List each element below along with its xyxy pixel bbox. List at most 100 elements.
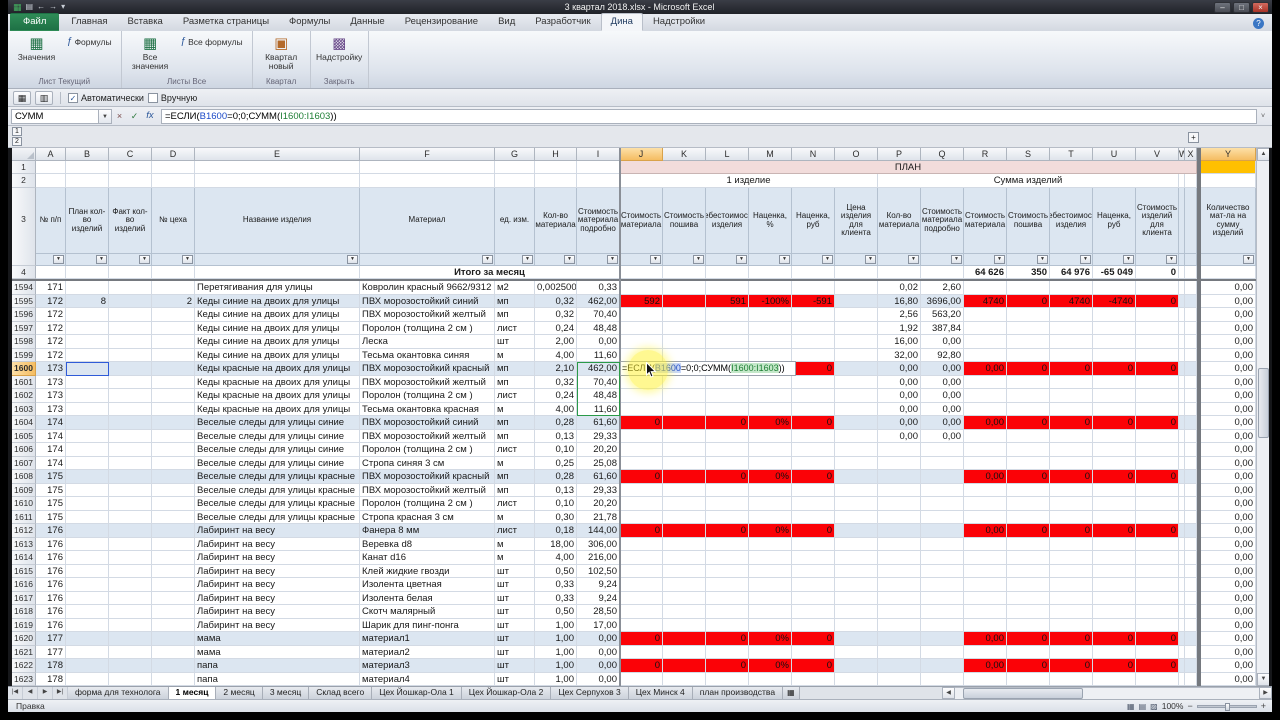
column-header-G[interactable]: G <box>495 148 535 161</box>
cell-U1610[interactable] <box>1093 497 1136 511</box>
cell-P1619[interactable] <box>878 618 921 632</box>
cell-E1609[interactable]: Веселые следы для улицы красные <box>195 483 360 497</box>
cell-H1607[interactable]: 0,25 <box>535 456 577 470</box>
cell-K1608[interactable] <box>663 470 706 484</box>
cell-I1616[interactable]: 9,24 <box>577 578 620 592</box>
sheet-tab-8[interactable]: Цех Серпухов 3 <box>551 687 629 699</box>
field-header-I[interactable]: Стоимость материала подробно <box>577 188 620 254</box>
cell-T1606[interactable] <box>1050 443 1093 457</box>
cell-L1618[interactable] <box>706 605 749 619</box>
cell-C1594[interactable] <box>109 281 152 295</box>
cell-L1606[interactable] <box>706 443 749 457</box>
row-header-1596[interactable]: 1596 <box>12 308 36 322</box>
cell-E1618[interactable]: Лабиринт на весу <box>195 605 360 619</box>
zoom-slider-thumb[interactable] <box>1224 702 1230 711</box>
cell-B1619[interactable] <box>66 618 109 632</box>
cell-D1622[interactable] <box>152 659 195 673</box>
cell-U1607[interactable] <box>1093 456 1136 470</box>
cell-T1596[interactable] <box>1050 308 1093 322</box>
cell-A1616[interactable]: 176 <box>36 578 66 592</box>
cell-U1613[interactable] <box>1093 537 1136 551</box>
cell-U4[interactable]: -65 049 <box>1093 266 1136 279</box>
cell-N1619[interactable] <box>792 618 835 632</box>
cell-M1604[interactable]: 0% <box>749 416 792 430</box>
cell-U1602[interactable] <box>1093 389 1136 403</box>
cell-E1604[interactable]: Веселые следы для улицы синие <box>195 416 360 430</box>
cell-H1601[interactable]: 0,32 <box>535 375 577 389</box>
cell-H1621[interactable]: 1,00 <box>535 645 577 659</box>
cell-E1606[interactable]: Веселые следы для улицы синие <box>195 443 360 457</box>
cell-C1621[interactable] <box>109 645 152 659</box>
cell-B1606[interactable] <box>66 443 109 457</box>
cell-S1599[interactable] <box>1007 348 1050 362</box>
cell-X1604[interactable] <box>1185 416 1197 430</box>
cell-D1623[interactable] <box>152 672 195 686</box>
cell-I1605[interactable]: 29,33 <box>577 429 620 443</box>
cell-J1599[interactable] <box>620 348 663 362</box>
cell-B1[interactable] <box>66 161 109 174</box>
sheet-tab-9[interactable]: Цех Минск 4 <box>628 687 693 699</box>
cell-U1615[interactable] <box>1093 564 1136 578</box>
cell-B1596[interactable] <box>66 308 109 322</box>
row-header-1617[interactable]: 1617 <box>12 591 36 605</box>
cell-A1595[interactable]: 172 <box>36 294 66 308</box>
cell-N4[interactable] <box>792 266 835 279</box>
cell-B1608[interactable] <box>66 470 109 484</box>
cell-M1597[interactable] <box>749 321 792 335</box>
column-header-I[interactable]: I <box>577 148 620 161</box>
cell-O1597[interactable] <box>835 321 878 335</box>
cell-D1616[interactable] <box>152 578 195 592</box>
cell-G1611[interactable]: м <box>495 510 535 524</box>
cell-S1621[interactable] <box>1007 645 1050 659</box>
cell-G1620[interactable]: шт <box>495 632 535 646</box>
cell-P1605[interactable]: 0,00 <box>878 429 921 443</box>
cell-C1603[interactable] <box>109 402 152 416</box>
toolbar-button-1[interactable]: ▦ <box>13 90 31 105</box>
cell-K1601[interactable] <box>663 375 706 389</box>
row-header-1614[interactable]: 1614 <box>12 551 36 565</box>
cell-P1622[interactable] <box>878 659 921 673</box>
row-header-1608[interactable]: 1608 <box>12 470 36 484</box>
cell-K1609[interactable] <box>663 483 706 497</box>
cell-A1620[interactable]: 177 <box>36 632 66 646</box>
column-header-X[interactable]: X <box>1185 148 1197 161</box>
cell-T1612[interactable]: 0 <box>1050 524 1093 538</box>
vertical-scrollbar[interactable]: ▲ ▼ <box>1256 148 1269 686</box>
cell-Q1596[interactable]: 563,20 <box>921 308 964 322</box>
filter-button-L[interactable]: ▼ <box>736 255 747 264</box>
cell-E1600[interactable]: Кеды красные на двоих для улицы <box>195 362 360 376</box>
cell-C1620[interactable] <box>109 632 152 646</box>
cell-X1612[interactable] <box>1185 524 1197 538</box>
cell-M1623[interactable] <box>749 672 792 686</box>
cell-I1594[interactable]: 0,33 <box>577 281 620 295</box>
cell-H1617[interactable]: 0,33 <box>535 591 577 605</box>
row-header-1622[interactable]: 1622 <box>12 659 36 673</box>
cell-L4[interactable] <box>706 266 749 279</box>
cell-H1600[interactable]: 2,10 <box>535 362 577 376</box>
cell-O1621[interactable] <box>835 645 878 659</box>
filter-button-V[interactable]: ▼ <box>1166 255 1177 264</box>
cell-P4[interactable] <box>878 266 921 279</box>
cell-I1619[interactable]: 17,00 <box>577 618 620 632</box>
cell-R1620[interactable]: 0,00 <box>964 632 1007 646</box>
cell-A1607[interactable]: 174 <box>36 456 66 470</box>
cell-N1604[interactable]: 0 <box>792 416 835 430</box>
cell-C1597[interactable] <box>109 321 152 335</box>
select-all-corner[interactable] <box>12 148 36 161</box>
cell-J1604[interactable]: 0 <box>620 416 663 430</box>
cell-X1606[interactable] <box>1185 443 1197 457</box>
cell-H1612[interactable]: 0,18 <box>535 524 577 538</box>
cell-V1618[interactable] <box>1136 605 1179 619</box>
cell-M1611[interactable] <box>749 510 792 524</box>
field-header-C[interactable]: Факт кол-во изделий <box>109 188 152 254</box>
cell-P1608[interactable] <box>878 470 921 484</box>
cell-I1606[interactable]: 20,20 <box>577 443 620 457</box>
cell-S1600[interactable]: 0 <box>1007 362 1050 376</box>
cell-B1598[interactable] <box>66 335 109 349</box>
cell-Y1619[interactable]: 0,00 <box>1201 618 1256 632</box>
cell-G1600[interactable]: мп <box>495 362 535 376</box>
cell-X1615[interactable] <box>1185 564 1197 578</box>
cell-B1611[interactable] <box>66 510 109 524</box>
cell-E1620[interactable]: мама <box>195 632 360 646</box>
cell-Y1621[interactable]: 0,00 <box>1201 645 1256 659</box>
